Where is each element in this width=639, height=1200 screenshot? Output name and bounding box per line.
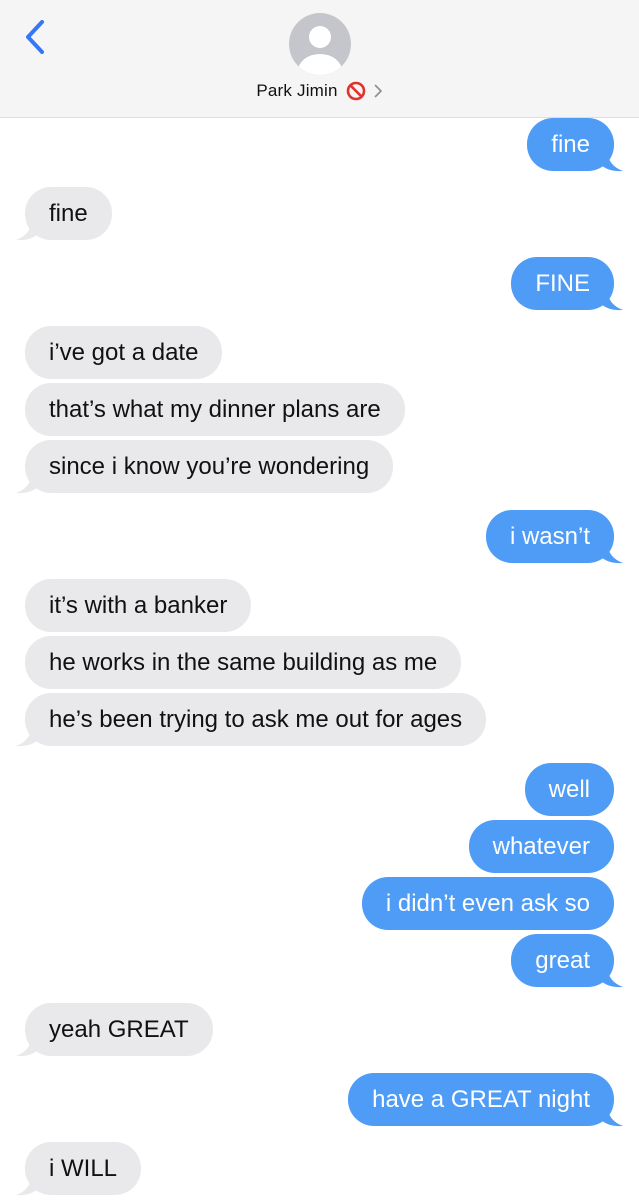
contact-name: Park Jimin: [256, 81, 338, 100]
bubble-tail: [601, 1107, 623, 1127]
message-text: he’s been trying to ask me out for ages: [49, 706, 463, 733]
message-text: that’s what my dinner plans are: [49, 396, 381, 423]
contact-avatar[interactable]: [289, 13, 351, 75]
message-text: great: [535, 947, 590, 974]
bubble-tail: [16, 727, 38, 747]
message-text: whatever: [492, 833, 590, 860]
bubble-tail: [16, 221, 38, 241]
prohibited-icon: [346, 81, 365, 101]
message-bubble-sent[interactable]: whatever: [468, 820, 614, 873]
chevron-right-icon: [374, 84, 382, 98]
bubble-tail: [601, 152, 623, 172]
message-text: it’s with a banker: [49, 592, 228, 619]
message-text: FINE: [535, 270, 590, 297]
message-bubble-sent[interactable]: i didn’t even ask so: [361, 877, 614, 930]
message-text: i didn’t even ask so: [385, 890, 590, 917]
conversation-header: Park Jimin: [0, 0, 639, 118]
message-bubble-received[interactable]: it’s with a banker: [25, 579, 252, 632]
message-text: yeah GREAT: [49, 1016, 189, 1043]
bubble-tail: [601, 544, 623, 564]
bubble-tail: [16, 474, 38, 494]
bubble-tail: [16, 1176, 38, 1196]
message-bubble-received[interactable]: he works in the same building as me: [25, 636, 462, 689]
message-bubble-received[interactable]: i WILL: [16, 1142, 142, 1196]
person-icon: [298, 26, 342, 75]
message-bubble-sent[interactable]: i wasn’t: [485, 510, 623, 564]
message-text: well: [548, 776, 590, 803]
message-bubble-sent[interactable]: FINE: [511, 257, 623, 311]
message-bubble-received[interactable]: i’ve got a date: [25, 326, 223, 379]
bubble-tail: [16, 1037, 38, 1057]
message-text: i WILL: [49, 1155, 118, 1182]
message-text: i’ve got a date: [49, 339, 199, 366]
message-bubble-received[interactable]: since i know you’re wondering: [16, 440, 394, 494]
message-bubble-received[interactable]: fine: [16, 187, 112, 241]
message-bubble-sent[interactable]: great: [511, 934, 623, 988]
message-text: fine: [551, 131, 590, 158]
message-text: fine: [49, 200, 88, 227]
message-text: have a GREAT night: [372, 1086, 590, 1113]
message-bubble-sent[interactable]: well: [524, 763, 614, 816]
back-button[interactable]: [18, 18, 54, 58]
message-bubble-received[interactable]: yeah GREAT: [16, 1003, 213, 1057]
bubble-tail: [601, 291, 623, 311]
contact-name-row[interactable]: Park Jimin: [0, 78, 639, 104]
message-bubble-sent[interactable]: have a GREAT night: [348, 1073, 623, 1127]
message-bubble-received[interactable]: that’s what my dinner plans are: [25, 383, 405, 436]
bubble-tail: [601, 968, 623, 988]
message-text: since i know you’re wondering: [49, 453, 370, 480]
message-text: he works in the same building as me: [49, 649, 438, 676]
message-bubble-sent[interactable]: fine: [527, 118, 623, 172]
chevron-left-icon: [26, 20, 44, 54]
message-bubble-received[interactable]: he’s been trying to ask me out for ages: [16, 693, 487, 747]
message-text: i wasn’t: [509, 523, 590, 550]
